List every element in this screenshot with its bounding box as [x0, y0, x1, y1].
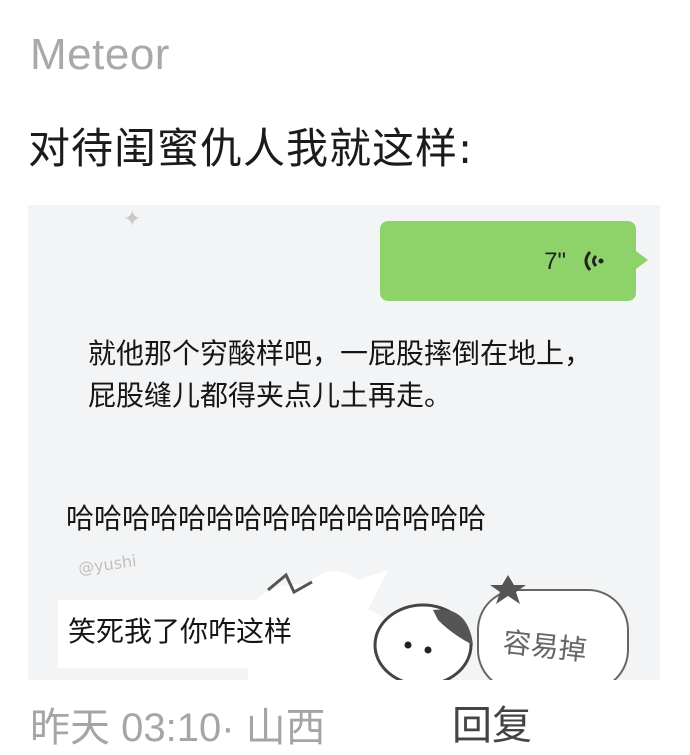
sticker-illustration — [248, 570, 629, 680]
reply-button[interactable]: 回复 — [452, 693, 532, 751]
author-name[interactable]: Meteor — [30, 30, 170, 80]
image-caption-3: 笑死我了你咋这样 — [58, 600, 303, 668]
sticker-text: 容易掉 — [501, 625, 589, 668]
image-caption-1: 就他那个穷酸样吧，一屁股摔倒在地上，屁股缝儿都得夹点儿土再走。 — [88, 337, 593, 412]
watermark-stamp: @yushi — [76, 551, 138, 578]
image-caption-2: 哈哈哈哈哈哈哈哈哈哈哈哈哈哈哈 — [66, 502, 487, 535]
post-meta: 昨天 03:10· 山西 — [30, 706, 326, 750]
voice-duration: 7" — [544, 248, 566, 275]
voice-message-bubble[interactable]: 7" — [380, 221, 648, 301]
sparkle-decoration: ✦ — [123, 207, 142, 232]
voice-wave-icon — [584, 251, 604, 271]
post-text: 对待闺蜜仇人我就这样: — [28, 124, 474, 173]
post-image[interactable]: ✦ 7" 就他那个穷酸样吧，一屁股摔倒在地上，屁股缝儿都得夹点儿土再走。 哈哈哈… — [28, 205, 660, 680]
